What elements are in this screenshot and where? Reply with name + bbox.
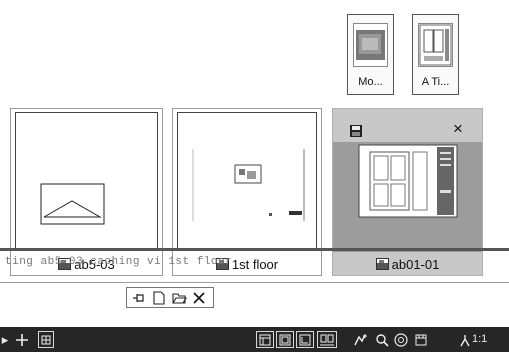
close-icon[interactable]: × [451, 120, 465, 137]
annotation-scale-icon[interactable] [352, 331, 370, 348]
layout-model-preview [353, 23, 388, 67]
pin-icon[interactable] [131, 290, 147, 305]
plus-icon[interactable] [13, 331, 31, 348]
divider-line [0, 282, 509, 283]
drawing-label: ab01-01 [391, 256, 440, 272]
steering-wheel-icon[interactable] [392, 331, 410, 348]
layout-thumb-model[interactable]: Mo... [347, 14, 394, 95]
new-drawing-icon[interactable] [151, 290, 167, 305]
quick-view-layouts-icon[interactable] [276, 331, 294, 348]
chevron-right-icon[interactable]: ▸ [0, 331, 10, 348]
drawing-preview-1st-floor [177, 112, 317, 250]
layout-icon[interactable] [296, 331, 314, 348]
close-all-icon[interactable] [191, 290, 207, 305]
quick-view-drawings-icon[interactable] [317, 331, 337, 348]
status-strip-text: ting ab5-03 caching vi 1st floor [5, 256, 233, 268]
layout-model-label: Mo... [358, 76, 383, 88]
quick-view-drawings-panel: Mo... A Ti... ab5-03 1st floor × ab01-01… [0, 0, 509, 352]
layout-a-title-preview [418, 23, 453, 67]
panel-divider [0, 248, 509, 251]
quick-view-toolbar [126, 287, 214, 308]
annotation-scale-label[interactable]: 1:1 [472, 333, 487, 345]
zoom-icon[interactable] [373, 331, 391, 348]
save-icon[interactable] [349, 124, 363, 138]
application-status-bar: ▸ 1:1 [0, 327, 509, 352]
drawing-file-icon [375, 258, 389, 270]
open-folder-icon[interactable] [171, 290, 187, 305]
drawing-label: 1st floor [231, 256, 279, 272]
model-space-icon[interactable] [256, 331, 274, 348]
drawing-caption-ab01-01: ab01-01 [333, 255, 482, 273]
drawing-preview-ab01-01 [333, 142, 482, 252]
layout-a-title-label: A Ti... [421, 76, 450, 88]
drawing-preview-ab5-03 [15, 112, 158, 250]
layout-thumb-a-title[interactable]: A Ti... [412, 14, 459, 95]
grid-icon[interactable] [38, 331, 54, 348]
showmotion-icon[interactable] [412, 331, 430, 348]
